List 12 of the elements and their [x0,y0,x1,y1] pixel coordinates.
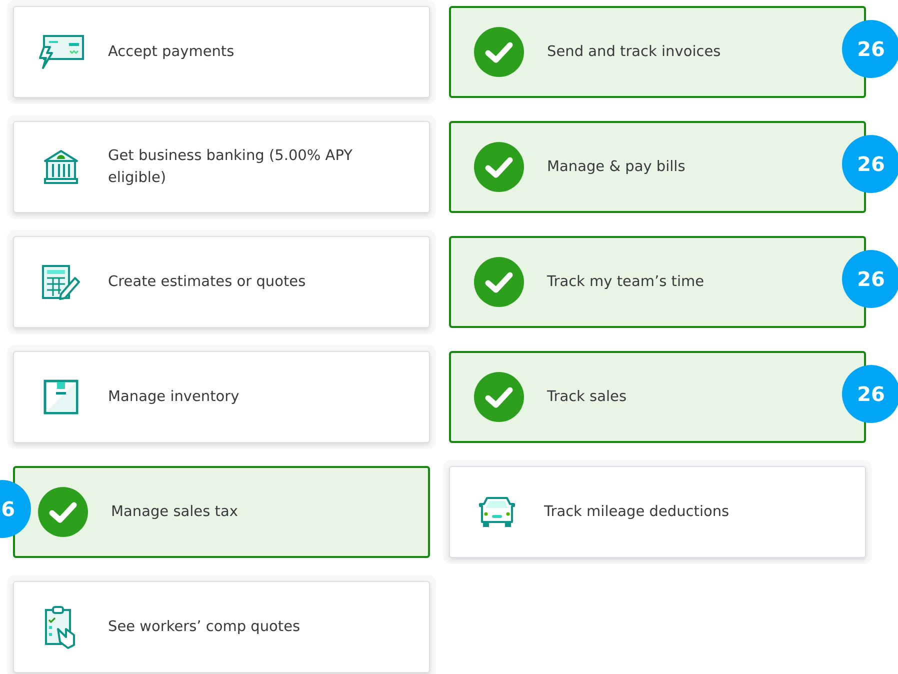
clipboard-hand-icon [44,605,78,649]
car-icon [478,496,516,528]
box-icon [43,379,79,415]
check-icon [474,142,524,192]
check-icon [474,257,524,307]
check-icon [38,487,88,537]
check-icon [474,27,524,77]
check-icon [474,372,524,422]
spreadsheet-pencil-icon [41,264,81,300]
feature-card[interactable]: Manage sales tax [13,466,430,558]
card-payment-icon [38,35,84,69]
bank-icon [43,149,79,185]
